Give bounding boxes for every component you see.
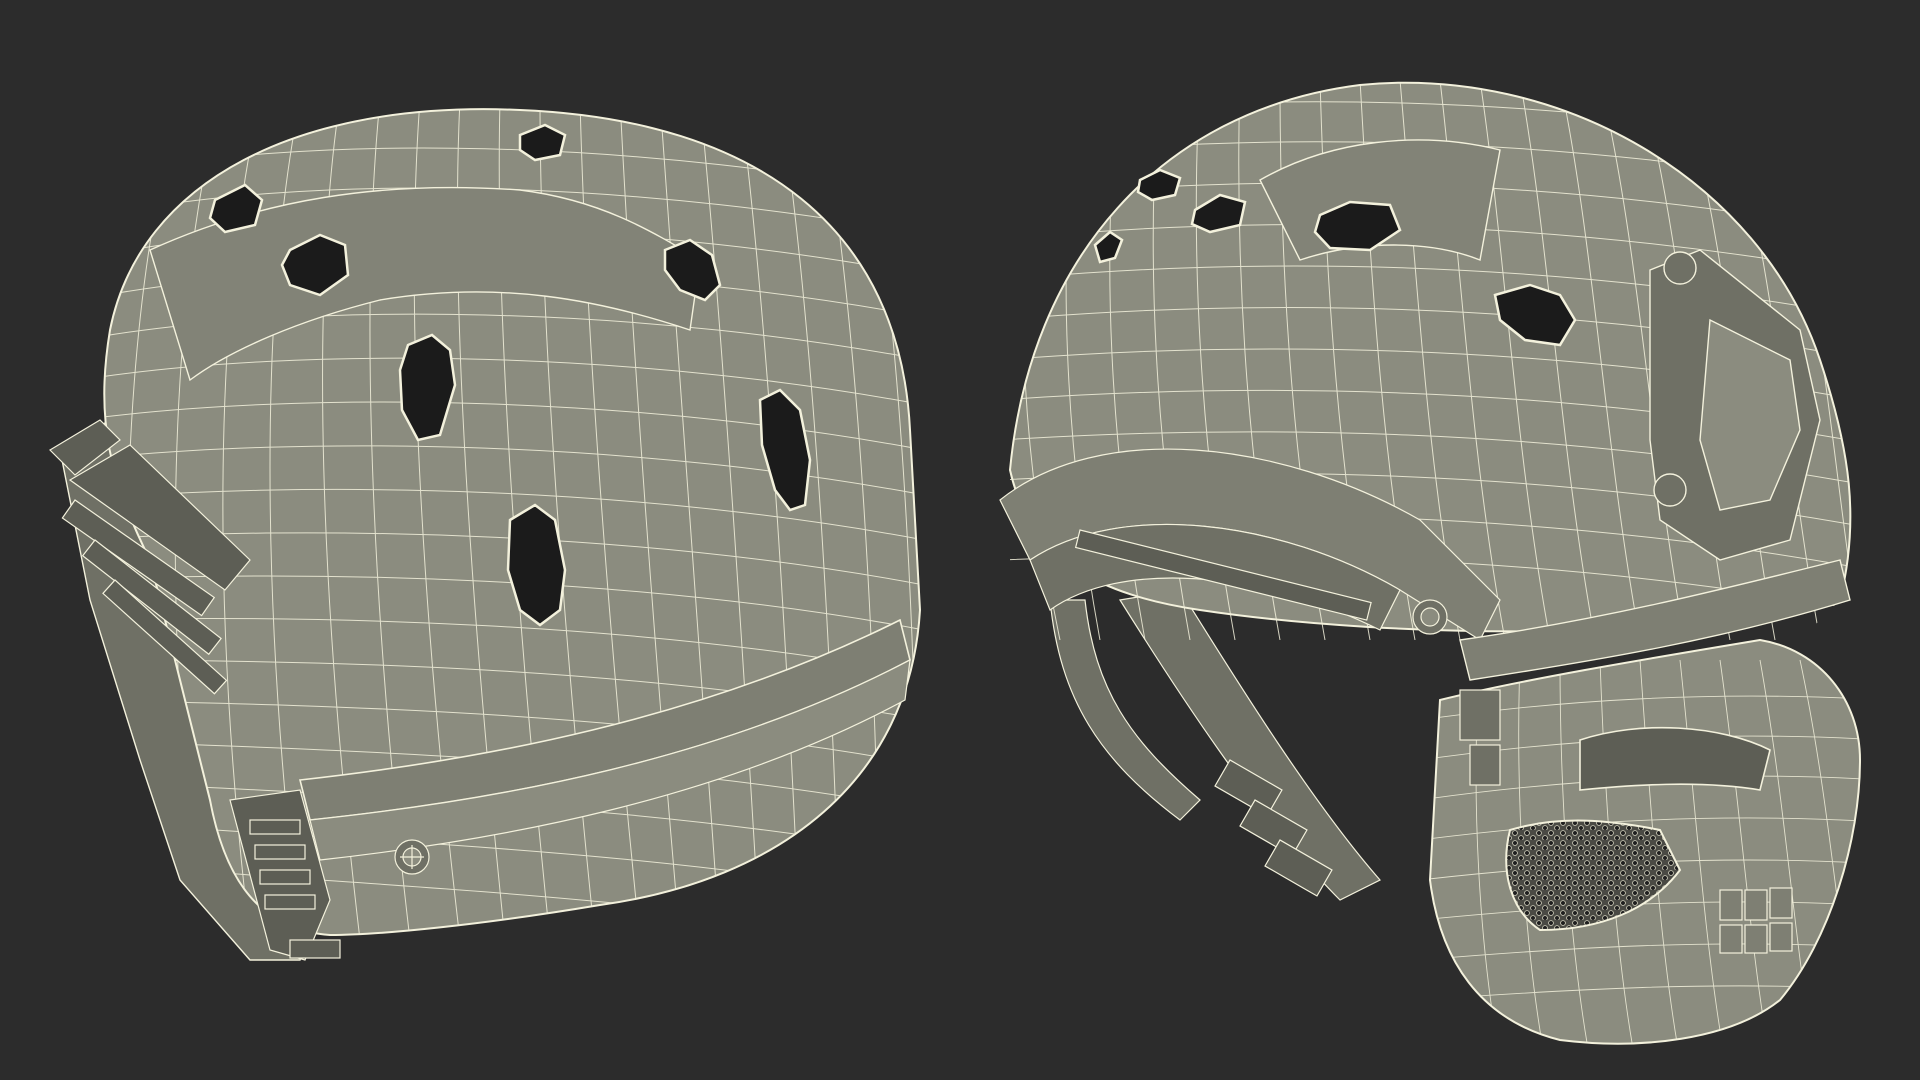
- helmet-rear-view: [49, 108, 922, 961]
- helmet-side-view-with-mask: [999, 81, 1862, 1045]
- helmet-screw: [394, 839, 430, 875]
- nvg-mount: [1649, 249, 1821, 561]
- render-viewport: [0, 0, 1920, 1080]
- wireframe-render: [49, 81, 1862, 1045]
